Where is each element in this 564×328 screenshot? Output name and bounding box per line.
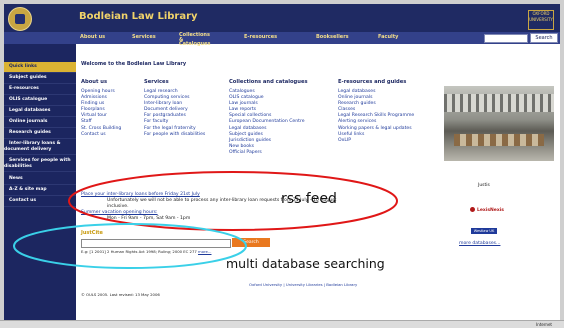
annotation-ovals: [13, 171, 398, 269]
search-highlight-oval: [13, 223, 247, 269]
browser-frame: Bodleian Law Library OXFORD UNIVERSITY A…: [0, 0, 564, 328]
internet-zone-indicator: Internet: [536, 322, 552, 327]
web-page: Bodleian Law Library OXFORD UNIVERSITY A…: [4, 4, 560, 320]
rss-highlight-oval: [68, 171, 398, 231]
